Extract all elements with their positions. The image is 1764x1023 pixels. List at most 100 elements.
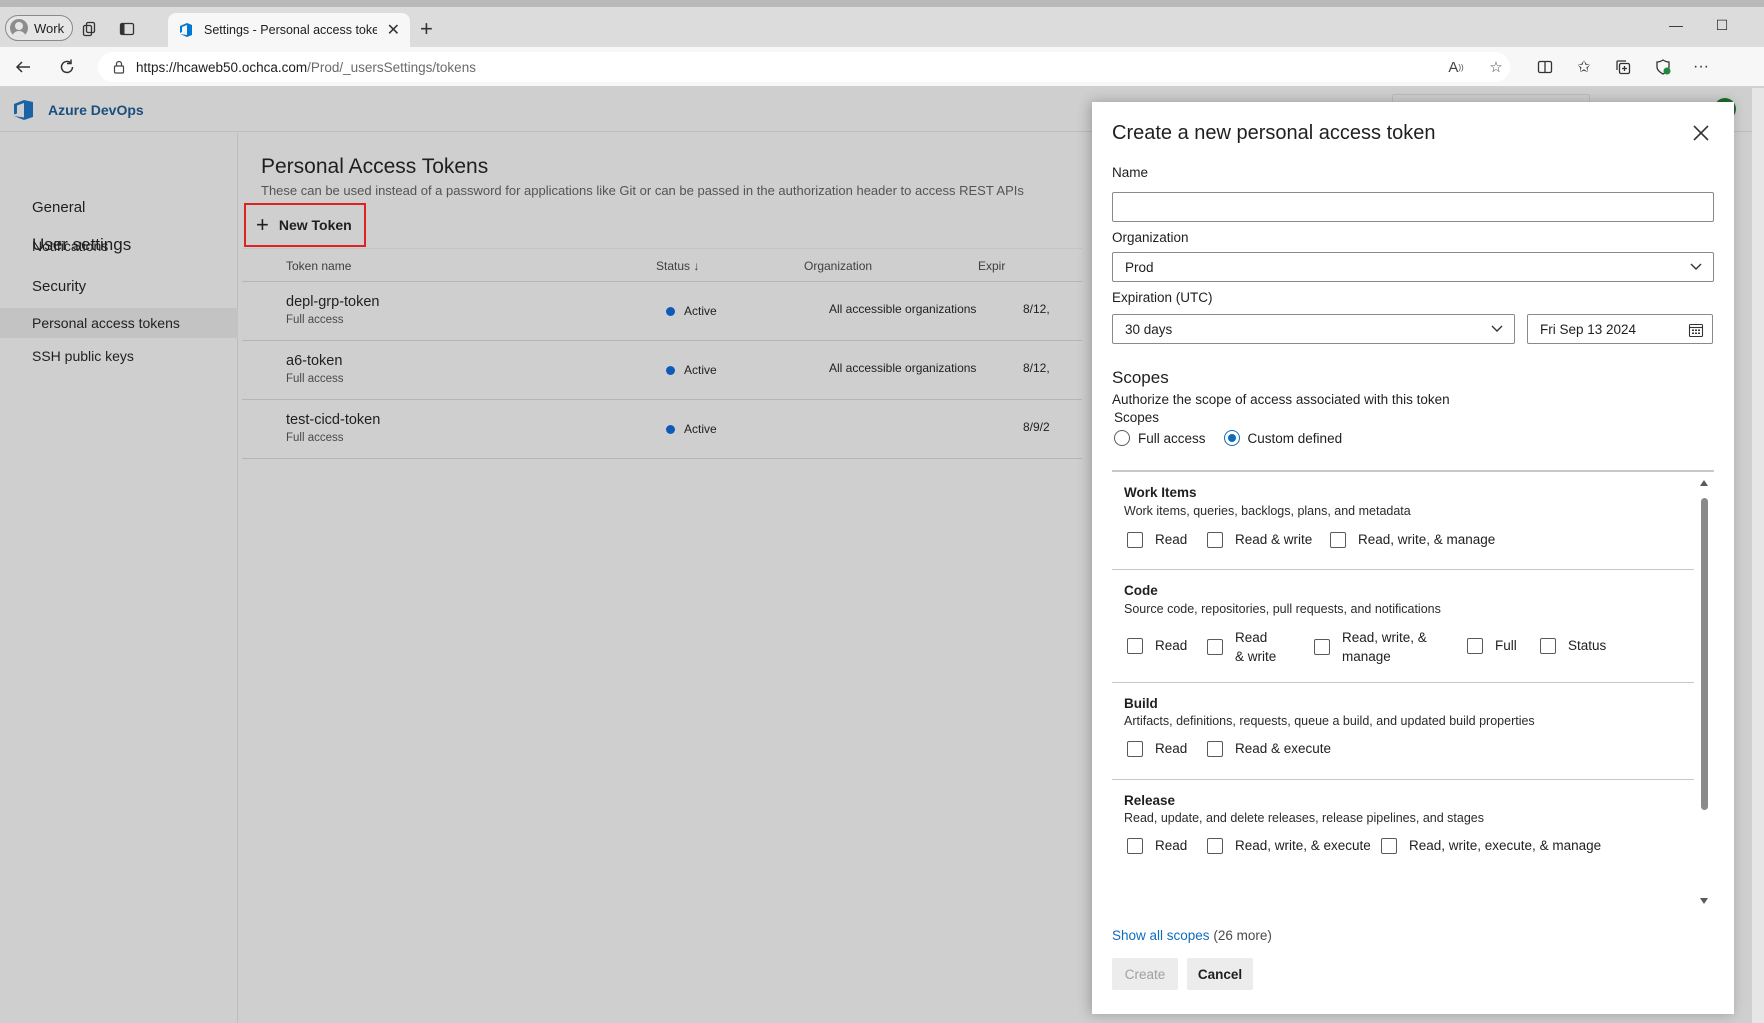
tab-close-icon[interactable]: ✕: [387, 20, 400, 40]
checkbox-box[interactable]: [1207, 639, 1223, 655]
checkbox-work-items-read[interactable]: Read: [1127, 530, 1187, 549]
col-header-status[interactable]: Status ↓: [656, 259, 699, 273]
minimize-icon[interactable]: —: [1666, 17, 1686, 33]
new-token-label: New Token: [278, 217, 352, 233]
checkbox-code-full[interactable]: Full: [1467, 636, 1517, 655]
new-token-button[interactable]: + New Token: [244, 203, 366, 247]
checkbox-code-read[interactable]: Read: [1127, 636, 1187, 655]
status-dot-icon: [666, 307, 675, 316]
read-aloud-icon[interactable]: A)): [1446, 57, 1466, 77]
name-input[interactable]: [1112, 192, 1714, 222]
new-tab-button[interactable]: +: [420, 18, 433, 40]
profile-button[interactable]: Work: [5, 15, 73, 41]
col-header-name[interactable]: Token name: [286, 259, 351, 273]
scope-section-code: Code Source code, repositories, pull req…: [1112, 570, 1694, 683]
checkbox-box[interactable]: [1467, 637, 1483, 654]
show-all-scopes-link[interactable]: Show all scopes: [1112, 928, 1210, 943]
favorite-star-icon[interactable]: ☆: [1486, 57, 1506, 77]
checkbox-box[interactable]: [1207, 531, 1223, 548]
refresh-icon[interactable]: [56, 56, 78, 78]
expiration-dropdown[interactable]: 30 days: [1112, 314, 1515, 344]
scrollbar-thumb[interactable]: [1701, 498, 1708, 810]
scopes-heading: Scopes: [1112, 368, 1169, 387]
checkbox-box[interactable]: [1207, 740, 1223, 757]
checkbox-work-items-read-write[interactable]: Read & write: [1207, 530, 1312, 549]
sort-down-icon: ↓: [693, 259, 700, 273]
token-organization: All accessible organizations: [829, 361, 977, 375]
more-icon[interactable]: ···: [1690, 56, 1712, 78]
cancel-button[interactable]: Cancel: [1187, 958, 1253, 990]
checkbox-label: Full: [1495, 638, 1517, 653]
checkbox-label: Read, write, & manage: [1358, 532, 1496, 547]
checkbox-box[interactable]: [1314, 639, 1330, 655]
checkbox-code-manage[interactable]: Read, write, & manage: [1314, 628, 1432, 666]
split-screen-icon[interactable]: [1534, 56, 1556, 78]
collections-icon[interactable]: [1612, 56, 1634, 78]
url-field[interactable]: https://hcaweb50.ochca.com/Prod/_usersSe…: [98, 52, 1510, 82]
sidebar-section-general: General: [32, 199, 86, 216]
close-icon[interactable]: [1688, 120, 1714, 146]
sidebar-item-notifications[interactable]: Notifications: [0, 231, 238, 261]
table-row[interactable]: a6-token Full access Active All accessib…: [242, 341, 1082, 400]
scroll-down-icon[interactable]: [1700, 898, 1708, 904]
checkbox-box[interactable]: [1127, 740, 1143, 757]
checkbox-work-items-manage[interactable]: Read, write, & manage: [1330, 530, 1495, 549]
radio-custom-defined[interactable]: [1223, 430, 1240, 446]
create-button[interactable]: Create: [1112, 958, 1178, 990]
scope-list-scrollbar[interactable]: [1694, 474, 1714, 910]
checkbox-label: Read & execute: [1235, 741, 1332, 756]
maximize-icon[interactable]: ☐: [1712, 17, 1732, 34]
token-access: Full access: [286, 432, 344, 444]
col-header-expiration[interactable]: Expir: [978, 259, 1005, 273]
scope-name: Release: [1124, 793, 1176, 808]
expiration-date-field[interactable]: Fri Sep 13 2024: [1527, 314, 1713, 344]
checkbox-label: Read, write, execute, & manage: [1409, 838, 1602, 853]
token-access: Full access: [286, 373, 344, 385]
scope-list: Work Items Work items, queries, backlogs…: [1112, 470, 1714, 910]
checkbox-box[interactable]: [1540, 637, 1556, 654]
app-brand[interactable]: Azure DevOps: [48, 102, 144, 118]
checkbox-release-manage[interactable]: Read, write, execute, & manage: [1381, 836, 1601, 855]
window-frame: [0, 0, 1764, 7]
radio-full-access[interactable]: [1114, 430, 1130, 446]
scope-section-work-items: Work Items Work items, queries, backlogs…: [1112, 472, 1694, 570]
checkbox-box[interactable]: [1127, 837, 1143, 854]
browser-sidebar-edge: [1752, 88, 1764, 1023]
show-all-scopes-count: (26 more): [1213, 928, 1272, 943]
checkbox-box[interactable]: [1330, 531, 1346, 548]
organization-dropdown[interactable]: Prod: [1112, 252, 1714, 282]
col-header-status-label: Status: [656, 259, 691, 273]
checkbox-box[interactable]: [1207, 837, 1223, 854]
azure-devops-logo-icon[interactable]: [12, 98, 36, 122]
tab-actions-icon[interactable]: [117, 19, 137, 39]
browser-essentials-icon[interactable]: [1652, 56, 1674, 78]
checkbox-release-read-write-execute[interactable]: Read, write, & execute: [1207, 836, 1371, 855]
checkbox-code-status[interactable]: Status: [1540, 636, 1606, 655]
page-subtitle: These can be used instead of a password …: [261, 183, 1024, 198]
col-header-organization[interactable]: Organization: [804, 259, 872, 273]
checkbox-code-read-write[interactable]: Read & write: [1207, 628, 1279, 666]
table-header: Token name Status ↓ Organization Expir: [242, 248, 1082, 282]
checkbox-build-read-execute[interactable]: Read & execute: [1207, 739, 1331, 758]
table-row[interactable]: test-cicd-token Full access Active 8/9/2: [242, 400, 1082, 459]
checkbox-release-read[interactable]: Read: [1127, 836, 1187, 855]
checkbox-box[interactable]: [1381, 837, 1397, 854]
scroll-up-icon[interactable]: [1700, 480, 1708, 486]
back-icon[interactable]: [12, 56, 34, 78]
checkbox-box[interactable]: [1127, 637, 1143, 654]
radio-full-access-label[interactable]: Full access: [1138, 431, 1206, 446]
radio-custom-defined-label[interactable]: Custom defined: [1248, 431, 1343, 446]
profile-label: Work: [34, 20, 65, 36]
checkbox-box[interactable]: [1127, 531, 1143, 548]
sidebar-item-ssh-public-keys[interactable]: SSH public keys: [0, 341, 238, 371]
sidebar-item-personal-access-tokens[interactable]: Personal access tokens: [0, 308, 238, 338]
table-row[interactable]: depl-grp-token Full access Active All ac…: [242, 282, 1082, 341]
lock-icon[interactable]: [112, 60, 126, 74]
workspaces-icon[interactable]: [80, 19, 100, 39]
favorites-icon[interactable]: ✩: [1573, 56, 1595, 78]
browser-tab-active[interactable]: Settings - Personal access tokens ✕: [168, 13, 410, 47]
tab-strip: Work Settings - Personal access tokens ✕…: [0, 7, 1764, 47]
checkbox-build-read[interactable]: Read: [1127, 739, 1187, 758]
status-dot-icon: [666, 425, 675, 434]
calendar-icon[interactable]: [1688, 322, 1704, 338]
